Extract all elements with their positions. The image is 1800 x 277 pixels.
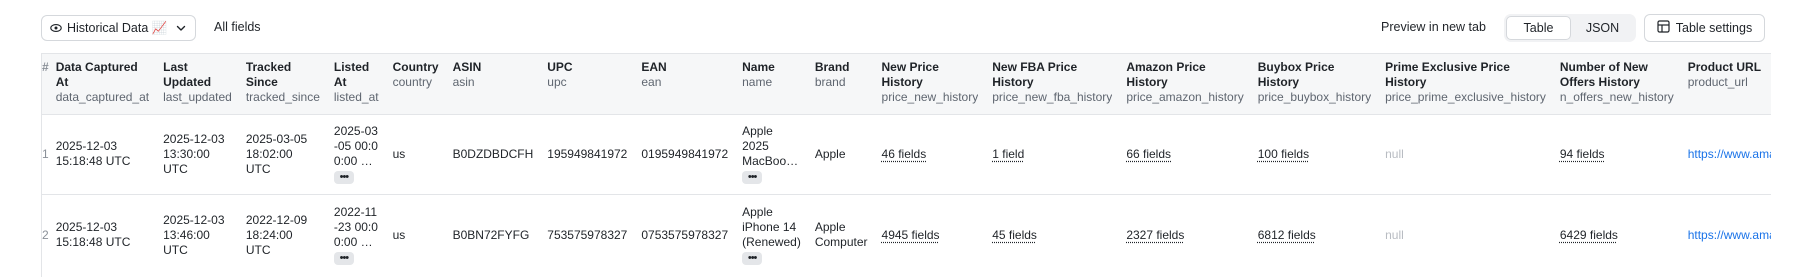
cell-ean: 0753575978327	[641, 227, 729, 242]
row-index: 2	[42, 227, 49, 242]
table-row[interactable]: 2 2025-12-03 15:18:48 UTC 2025-12-03 13:…	[42, 194, 1771, 276]
column-header[interactable]: New Price History price_new_history	[875, 54, 986, 114]
cell-upc: 753575978327	[547, 227, 628, 242]
expand-cell-button[interactable]: •••	[333, 171, 354, 184]
column-header[interactable]: EAN ean	[634, 54, 735, 114]
toolbar: Historical Data 📈 All fields Preview in …	[0, 0, 1800, 54]
price-new-fba-history-link[interactable]: 45 fields	[992, 228, 1037, 242]
cell-brand: Apple Computer	[814, 220, 868, 250]
cell-country: us	[392, 227, 406, 242]
tab-json[interactable]: JSON	[1571, 16, 1634, 40]
cell-last-updated: 2025-12-03 13:46:00 UTC	[163, 212, 225, 257]
data-table-container[interactable]: # Data Captured At data_captured_at Last …	[41, 53, 1771, 277]
column-header[interactable]: Tracked Since tracked_since	[239, 54, 327, 114]
preview-in-new-tab-link[interactable]: Preview in new tab	[1381, 20, 1486, 34]
price-amazon-history-link[interactable]: 2327 fields	[1126, 228, 1184, 242]
cell-brand: Apple	[814, 146, 846, 161]
cell-price-new-fba-history: 1 field	[985, 114, 1119, 194]
cell-data-captured-at: 2025-12-03 15:18:48 UTC	[55, 139, 131, 168]
cell-price-new-history: 4945 fields	[875, 194, 986, 276]
column-header[interactable]: ASIN asin	[446, 54, 541, 114]
cell-listed-at: 2025-03-05 00:00:00 UTC •••	[327, 114, 386, 194]
cell-name: Apple 2025 MacBook Air 15-inch Laptop ••…	[735, 114, 808, 194]
dataset-select-label: Historical Data 📈	[67, 20, 168, 35]
cell-price-amazon-history: 66 fields	[1119, 114, 1250, 194]
cell-tracked-since: 2025-03-05 18:02:00 UTC	[245, 131, 308, 176]
n-offers-new-history-link[interactable]: 6429 fields	[1560, 228, 1618, 242]
null-value: null	[1385, 146, 1404, 161]
price-new-fba-history-link[interactable]: 1 field	[992, 147, 1024, 161]
column-header[interactable]: Buybox Price History price_buybox_history	[1251, 54, 1378, 114]
cell-n-offers-new-history: 94 fields	[1553, 114, 1681, 194]
row-index: 1	[42, 146, 49, 161]
cell-ean: 0195949841972	[641, 146, 729, 161]
view-toggle: Table JSON	[1504, 14, 1636, 42]
cell-price-new-history: 46 fields	[875, 114, 986, 194]
all-fields-label[interactable]: All fields	[214, 20, 261, 34]
listed-at-text: 2022-11-23 00:00:00 UTC	[333, 205, 378, 250]
expand-cell-button[interactable]: •••	[742, 252, 763, 266]
table-row[interactable]: 1 2025-12-03 15:18:48 UTC 2025-12-03 13:…	[42, 114, 1771, 194]
cell-last-updated: 2025-12-03 13:30:00 UTC	[163, 131, 225, 176]
null-value: null	[1385, 227, 1404, 242]
price-new-history-link[interactable]: 46 fields	[882, 147, 927, 161]
cell-listed-at: 2022-11-23 00:00:00 UTC •••	[327, 194, 386, 276]
eye-icon	[50, 22, 62, 34]
cell-asin: B0DZDBDCFH	[452, 146, 534, 161]
expand-cell-button[interactable]: •••	[333, 252, 354, 266]
cell-price-new-fba-history: 45 fields	[985, 194, 1119, 276]
column-header[interactable]: Number of New Offers History n_offers_new…	[1553, 54, 1681, 114]
dataset-select[interactable]: Historical Data 📈	[41, 15, 196, 41]
price-buybox-history-link[interactable]: 6812 fields	[1258, 228, 1316, 242]
listed-at-text: 2025-03-05 00:00:00 UTC	[333, 124, 378, 168]
product-url-link[interactable]: https://www.amazon.com	[1688, 147, 1771, 161]
price-amazon-history-link[interactable]: 66 fields	[1126, 147, 1171, 161]
table-settings-label: Table settings	[1675, 21, 1753, 35]
tab-table[interactable]: Table	[1506, 16, 1571, 40]
data-table: # Data Captured At data_captured_at Last …	[42, 54, 1771, 276]
cell-data-captured-at: 2025-12-03 15:18:48 UTC	[55, 220, 131, 250]
column-header[interactable]: Amazon Price History price_amazon_history	[1119, 54, 1250, 114]
cell-upc: 195949841972	[547, 146, 628, 161]
price-new-history-link[interactable]: 4945 fields	[882, 228, 940, 242]
column-header[interactable]: New FBA Price History price_new_fba_histo…	[985, 54, 1119, 114]
n-offers-new-history-link[interactable]: 94 fields	[1560, 147, 1605, 161]
column-header[interactable]: Prime Exclusive Price History price_prime…	[1378, 54, 1553, 114]
column-header[interactable]: Country country	[386, 54, 446, 114]
column-header[interactable]: UPC upc	[540, 54, 634, 114]
cell-price-amazon-history: 2327 fields	[1119, 194, 1250, 276]
cell-asin: B0BN72FYFG	[452, 227, 530, 242]
cell-n-offers-new-history: 6429 fields	[1553, 194, 1681, 276]
price-buybox-history-link[interactable]: 100 fields	[1258, 147, 1309, 161]
cell-tracked-since: 2022-12-09 18:24:00 UTC	[245, 212, 308, 257]
cell-name: Apple iPhone 14 (Renewed) •••	[735, 194, 808, 276]
product-url-link[interactable]: https://www.amazon.com	[1688, 228, 1771, 242]
cell-product-url: https://www.amazon.com	[1681, 114, 1771, 194]
table-settings-button[interactable]: Table settings	[1644, 14, 1765, 42]
cell-price-prime-exclusive-history: null	[1378, 194, 1553, 276]
column-header[interactable]: Last Updated last_updated	[156, 54, 239, 114]
column-header-index[interactable]: #	[42, 54, 49, 114]
cell-product-url: https://www.amazon.com	[1681, 194, 1771, 276]
column-header[interactable]: Product URL product_url	[1681, 54, 1771, 114]
table-header-row: # Data Captured At data_captured_at Last …	[42, 54, 1771, 114]
column-header[interactable]: Data Captured At data_captured_at	[49, 54, 156, 114]
cell-price-buybox-history: 100 fields	[1251, 114, 1378, 194]
column-header[interactable]: Name name	[735, 54, 808, 114]
cell-price-buybox-history: 6812 fields	[1251, 194, 1378, 276]
table-grid-icon	[1657, 20, 1670, 36]
name-text: Apple 2025 MacBook Air 15-inch Laptop	[742, 124, 793, 168]
cell-price-prime-exclusive-history: null	[1378, 114, 1553, 194]
name-text: Apple iPhone 14 (Renewed)	[742, 205, 801, 250]
chevron-down-icon	[175, 22, 187, 34]
expand-cell-button[interactable]: •••	[742, 171, 763, 184]
cell-country: us	[392, 146, 406, 161]
column-header[interactable]: Listed At listed_at	[327, 54, 386, 114]
column-header[interactable]: Brand brand	[808, 54, 875, 114]
